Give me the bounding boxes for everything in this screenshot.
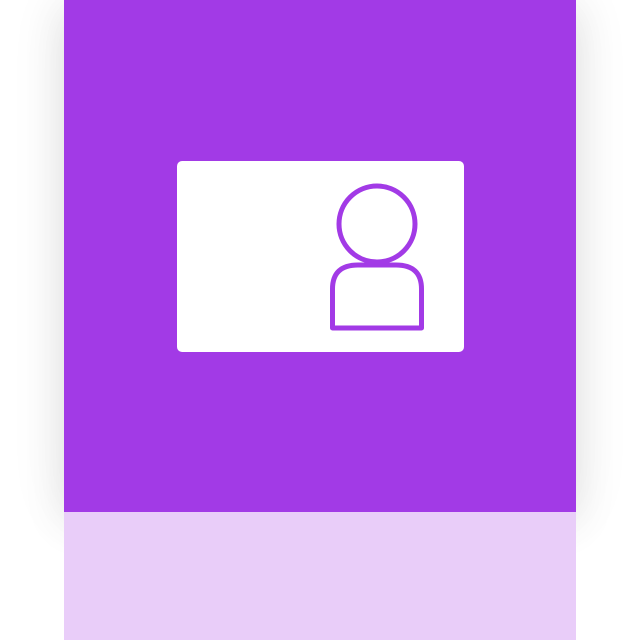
person-icon (330, 183, 424, 331)
person-body (330, 262, 424, 331)
tile-reflection (64, 512, 576, 640)
person-head (336, 183, 418, 265)
app-icon-stage (0, 0, 640, 640)
contact-card-icon (177, 161, 464, 352)
app-tile[interactable] (64, 0, 576, 512)
